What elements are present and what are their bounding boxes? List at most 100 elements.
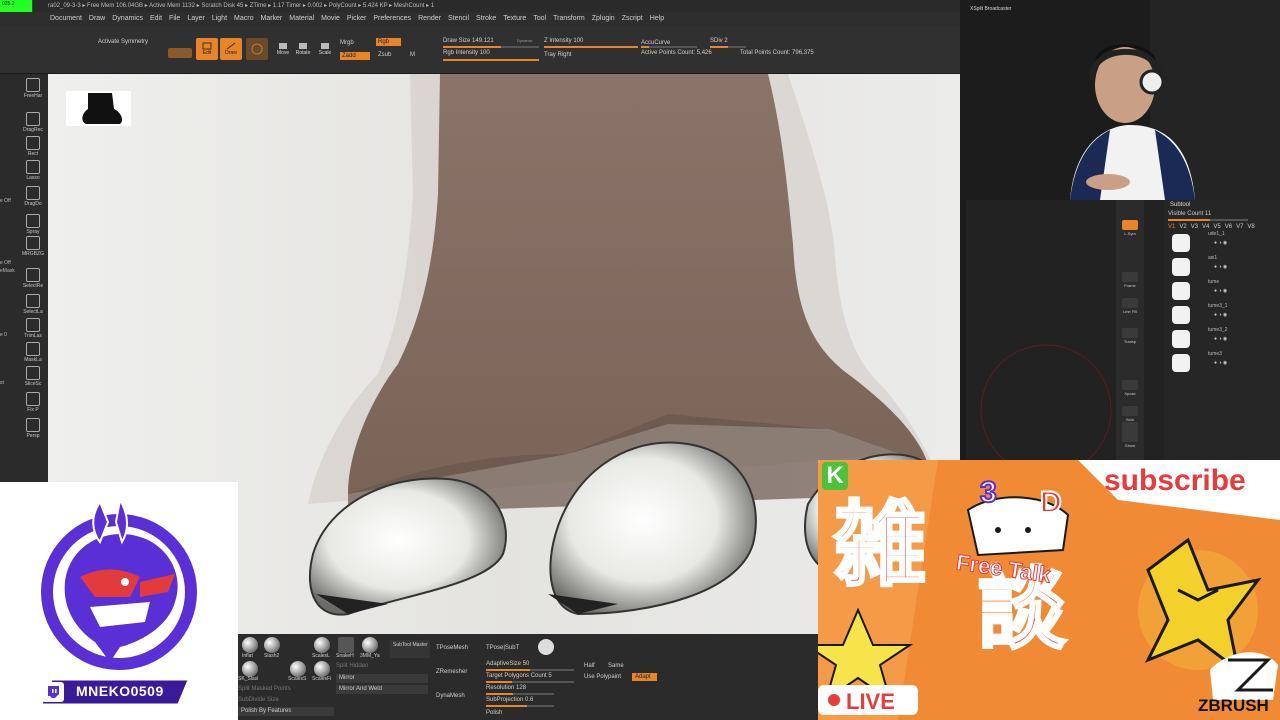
- left-shelf-button[interactable]: SliceSc: [22, 366, 44, 387]
- left-shelf-button[interactable]: DragRec: [22, 112, 44, 133]
- right-shelf-button[interactable]: Transp: [1119, 328, 1141, 344]
- subtool-row[interactable]: asi1 ● ◑ ◉: [1168, 255, 1276, 282]
- brush-icon[interactable]: [314, 637, 330, 653]
- target-polygons-slider[interactable]: Target Polygons Count 5: [486, 673, 552, 679]
- rgb-button[interactable]: Rgb: [376, 38, 402, 46]
- menu-item[interactable]: Picker: [347, 15, 366, 22]
- left-shelf-button[interactable]: Fix P: [22, 392, 44, 413]
- menu-item[interactable]: Help: [650, 15, 664, 22]
- left-shelf-button[interactable]: MaskLa: [22, 342, 44, 363]
- m-button[interactable]: M: [410, 52, 415, 58]
- menu-item[interactable]: Texture: [503, 15, 526, 22]
- z-intensity-slider[interactable]: Z Intensity 100: [544, 38, 583, 44]
- subprojection-track[interactable]: [486, 705, 554, 707]
- zremesher-button[interactable]: ZRemesher: [436, 669, 467, 675]
- version-tab[interactable]: V7: [1236, 224, 1243, 230]
- menu-item[interactable]: Layer: [187, 15, 205, 22]
- right-shelf-button[interactable]: Solo: [1119, 406, 1141, 422]
- subdivide-size-slider[interactable]: SubDivide Size: [238, 697, 279, 703]
- use-polypaint-button[interactable]: Use Polypaint: [584, 674, 621, 680]
- tposemesh-button[interactable]: TPoseMesh: [436, 645, 468, 651]
- polish-button[interactable]: Polish: [486, 710, 502, 716]
- resolution-slider[interactable]: Resolution 128: [486, 685, 526, 691]
- eye-icon[interactable]: ● ◑ ◉: [1214, 264, 1227, 270]
- menu-item[interactable]: Tool: [533, 15, 546, 22]
- brush-icon[interactable]: [290, 661, 306, 677]
- left-shelf-button[interactable]: SelectLa: [22, 294, 44, 315]
- activate-symmetry-button[interactable]: Activate Symmetry: [98, 39, 148, 45]
- menu-item[interactable]: Document: [50, 15, 82, 22]
- brush-icon[interactable]: [338, 637, 354, 653]
- menu-item[interactable]: Draw: [89, 15, 105, 22]
- mrgb-button[interactable]: Mrgb: [340, 40, 354, 46]
- rotate-button[interactable]: Rotate: [292, 38, 314, 60]
- left-shelf-button[interactable]: MRGBZG: [22, 236, 44, 257]
- left-shelf-button[interactable]: SelectRe: [22, 268, 44, 289]
- left-shelf-button[interactable]: FreeHar: [22, 78, 44, 99]
- version-tab[interactable]: V2: [1179, 224, 1186, 230]
- subprojection-slider[interactable]: SubProjection 0.6: [486, 697, 533, 703]
- version-tab[interactable]: V4: [1202, 224, 1209, 230]
- menu-item[interactable]: Marker: [260, 15, 282, 22]
- polygroup-icon[interactable]: [538, 639, 554, 655]
- version-tab[interactable]: V6: [1225, 224, 1232, 230]
- left-shelf-button[interactable]: Spray: [22, 214, 44, 235]
- left-shelf-button[interactable]: DragDo: [22, 186, 44, 207]
- menu-item[interactable]: File: [169, 15, 180, 22]
- visible-count-track[interactable]: [1168, 219, 1248, 221]
- draw-size-track[interactable]: [443, 46, 539, 48]
- eye-icon[interactable]: ● ◑ ◉: [1214, 360, 1227, 366]
- brush-icon[interactable]: [242, 661, 258, 677]
- adaptive-size-track[interactable]: [486, 669, 574, 671]
- sdiv-track[interactable]: [710, 46, 746, 48]
- menu-item[interactable]: Edit: [150, 15, 162, 22]
- subtool-row[interactable]: tume3 ● ◑ ◉: [1168, 351, 1276, 378]
- adaptive-size-slider[interactable]: AdaptiveSize 50: [486, 661, 529, 667]
- symmetry-toggle[interactable]: [168, 48, 192, 58]
- adapt-button[interactable]: Adapt: [632, 673, 657, 681]
- menu-item[interactable]: Dynamics: [112, 15, 143, 22]
- version-tab[interactable]: V5: [1213, 224, 1220, 230]
- menu-item[interactable]: Macro: [234, 15, 253, 22]
- draw-button[interactable]: Draw: [220, 38, 242, 60]
- eye-icon[interactable]: ● ◑ ◉: [1214, 288, 1227, 294]
- sdiv-slider[interactable]: SDiv 2: [710, 38, 728, 44]
- right-shelf-button[interactable]: Frame: [1119, 272, 1141, 288]
- resolution-track[interactable]: [486, 693, 554, 695]
- move-button[interactable]: Move: [272, 38, 294, 60]
- eye-icon[interactable]: ● ◑ ◉: [1214, 336, 1227, 342]
- menu-item[interactable]: Render: [418, 15, 441, 22]
- menu-item[interactable]: Stencil: [448, 15, 469, 22]
- z-intensity-track[interactable]: [544, 46, 638, 48]
- version-tab[interactable]: V1: [1168, 224, 1175, 230]
- subtool-row[interactable]: tume3_2 ● ◑ ◉: [1168, 327, 1276, 354]
- mirror-button[interactable]: Mirror: [336, 674, 428, 683]
- dynamic-button[interactable]: Dynamic: [517, 38, 533, 43]
- scale-button[interactable]: Scale: [314, 38, 336, 60]
- menu-item[interactable]: Stroke: [476, 15, 496, 22]
- rgb-intensity-track[interactable]: [443, 59, 539, 61]
- mirror-and-weld-button[interactable]: Mirror And Weld: [336, 685, 428, 694]
- half-button[interactable]: Half: [584, 663, 595, 669]
- same-button[interactable]: Same: [608, 663, 624, 669]
- subtool-master-button[interactable]: SubTool Master: [390, 640, 430, 658]
- menu-item[interactable]: Transform: [553, 15, 585, 22]
- eye-icon[interactable]: ● ◑ ◉: [1214, 240, 1227, 246]
- version-tab[interactable]: V3: [1191, 224, 1198, 230]
- right-shelf-button[interactable]: Xpose: [1119, 380, 1141, 396]
- left-shelf-button[interactable]: Lasso: [22, 160, 44, 181]
- menu-item[interactable]: Preferences: [373, 15, 411, 22]
- gyro-button[interactable]: [246, 38, 268, 60]
- version-tab[interactable]: V8: [1247, 224, 1254, 230]
- left-shelf-button[interactable]: Rect: [22, 136, 44, 157]
- left-shelf-button[interactable]: TrimLas: [22, 318, 44, 339]
- split-masked-points-button[interactable]: Split Masked Points: [238, 686, 291, 692]
- brush-icon[interactable]: [362, 637, 378, 653]
- right-shelf-button[interactable]: Line Fill: [1119, 298, 1141, 314]
- target-polygons-track[interactable]: [486, 681, 574, 683]
- navigation-thumbnail[interactable]: [66, 91, 131, 126]
- draw-size-slider[interactable]: Draw Size 149.121: [443, 38, 494, 44]
- tray-right-button[interactable]: Tray Right: [544, 52, 571, 58]
- menu-item[interactable]: Light: [212, 15, 227, 22]
- eye-icon[interactable]: ● ◑ ◉: [1214, 312, 1227, 318]
